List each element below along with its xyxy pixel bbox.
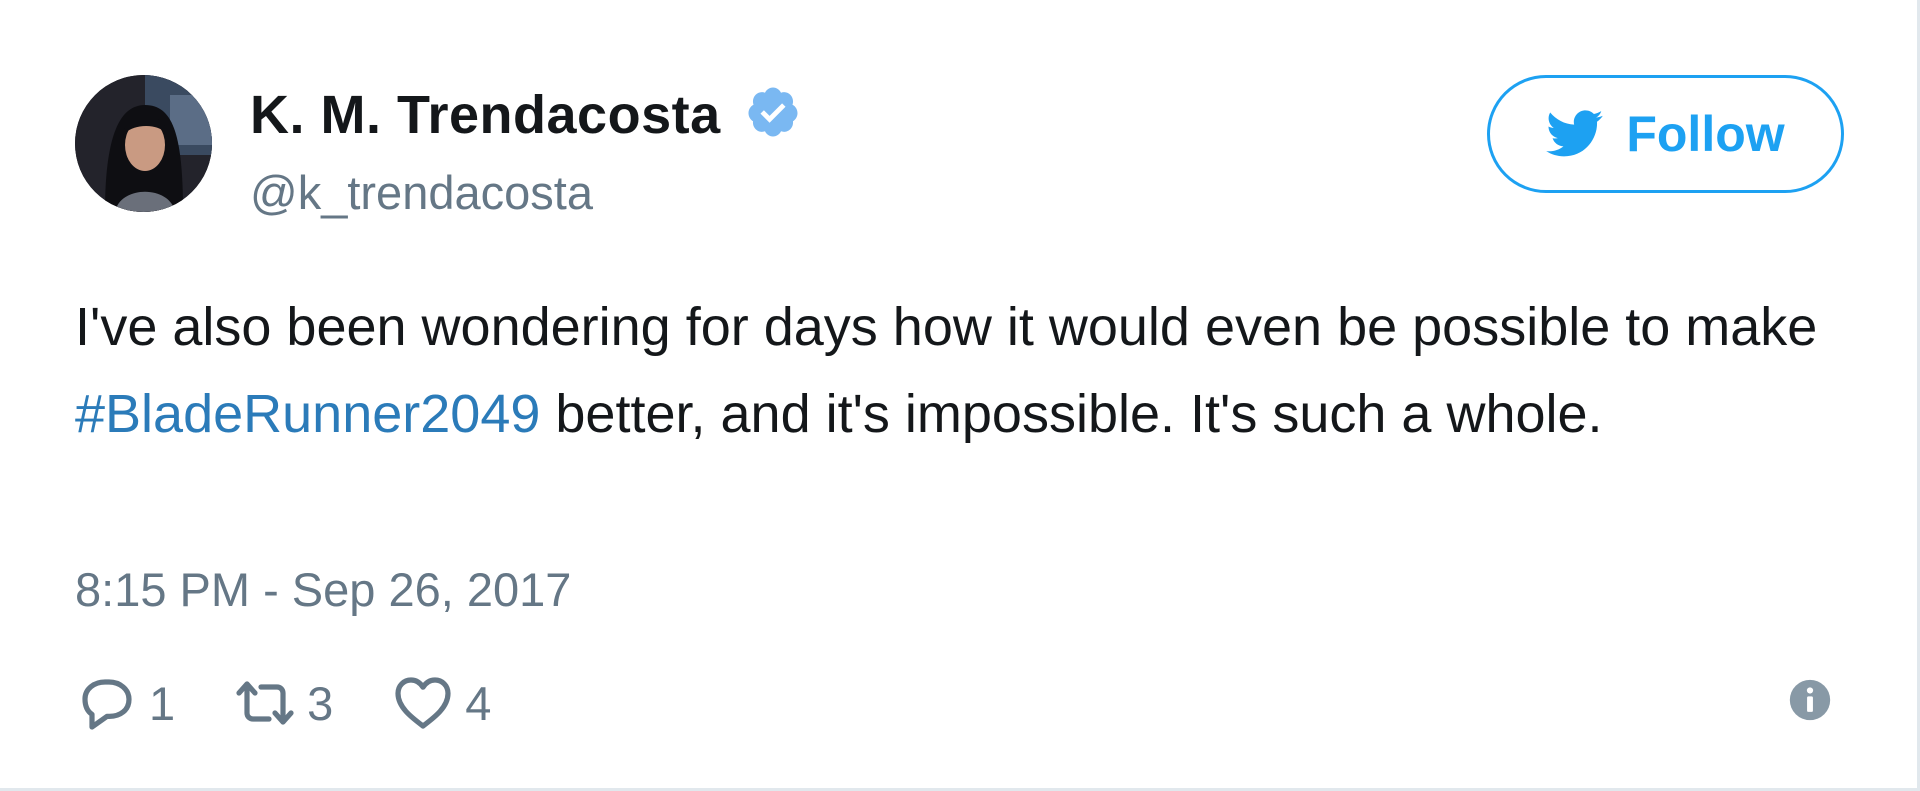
retweet-icon	[236, 681, 294, 725]
tweet-text-part: better, and it's impossible. It's such a…	[540, 384, 1603, 444]
follow-button[interactable]: Follow	[1487, 75, 1844, 193]
reply-button[interactable]: 1	[75, 671, 175, 735]
tweet-card: K. M. Trendacosta @k_trendacosta Follow …	[0, 0, 1920, 791]
tweet-text: I've also been wondering for days how it…	[75, 284, 1865, 458]
avatar[interactable]	[75, 75, 212, 212]
retweet-count: 3	[307, 676, 334, 730]
verified-badge-icon	[748, 87, 798, 137]
retweet-button[interactable]: 3	[233, 671, 333, 735]
heart-icon	[395, 677, 451, 729]
profile-photo-icon	[75, 75, 212, 212]
tweet-actions: 1 3 4	[75, 668, 549, 738]
like-button[interactable]: 4	[391, 671, 491, 735]
info-icon[interactable]	[1788, 678, 1832, 722]
hashtag-link[interactable]: #BladeRunner2049	[75, 384, 540, 444]
reply-count: 1	[149, 676, 176, 730]
author-handle[interactable]: @k_trendacosta	[250, 165, 593, 220]
tweet-text-part: I've also been wondering for days how it…	[75, 297, 1818, 357]
follow-label: Follow	[1626, 106, 1785, 162]
like-count: 4	[465, 676, 492, 730]
display-name[interactable]: K. M. Trendacosta	[250, 84, 721, 146]
tweet-timestamp[interactable]: 8:15 PM - Sep 26, 2017	[75, 562, 571, 617]
author-name-row: K. M. Trendacosta	[250, 82, 801, 148]
reply-icon	[82, 679, 132, 730]
twitter-bird-icon	[1546, 110, 1604, 157]
